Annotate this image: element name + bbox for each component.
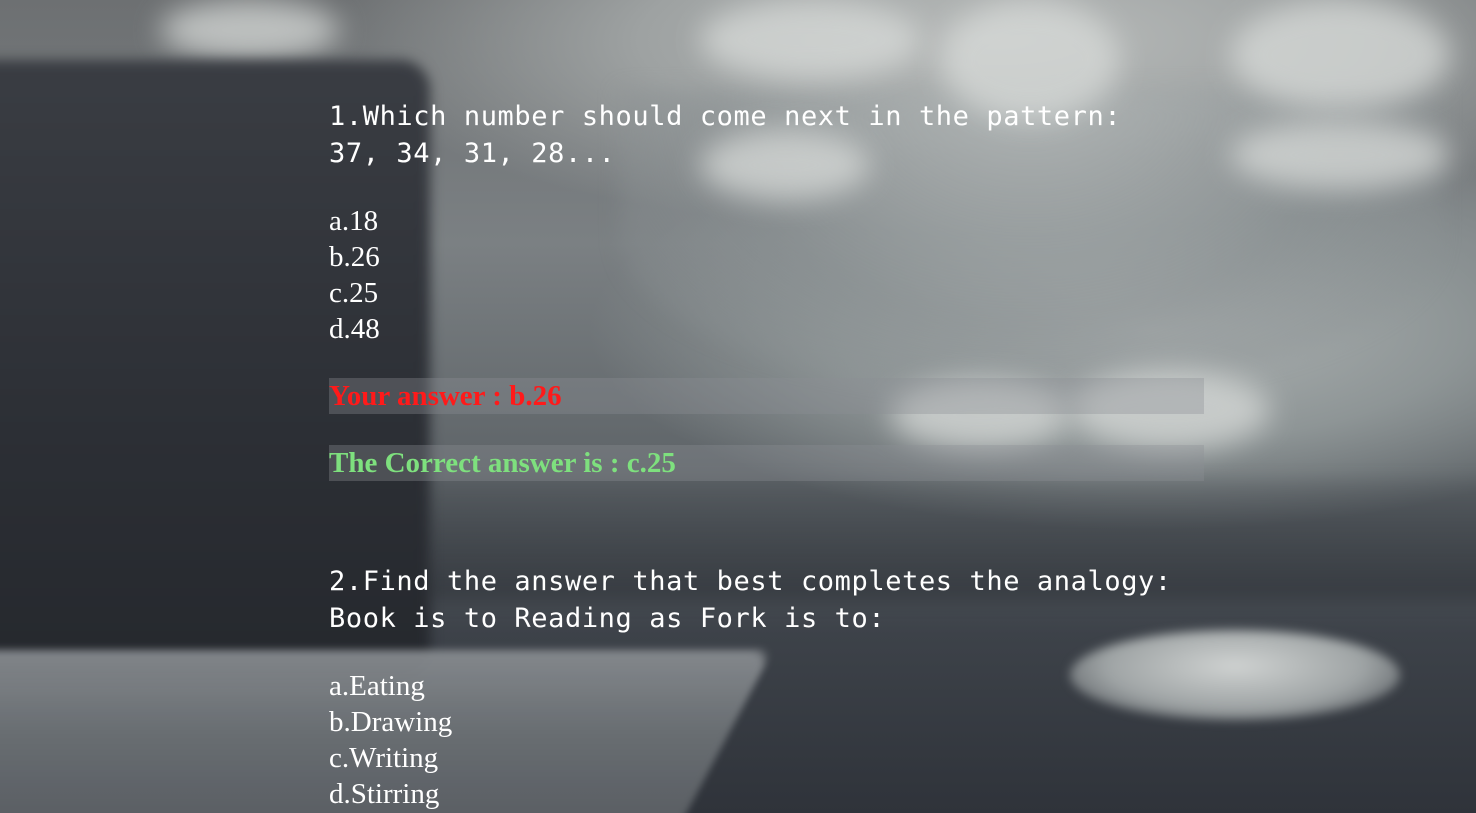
question-text: 1.Which number should come next in the p… xyxy=(329,98,1204,172)
correct-answer-text: The Correct answer is : c.25 xyxy=(329,447,676,479)
background-blur xyxy=(700,0,920,80)
options-list: a.18 b.26 c.25 d.48 xyxy=(329,203,1204,347)
option-item: a.18 xyxy=(329,205,379,237)
option-item: a.Eating xyxy=(329,670,425,702)
option-item: d.48 xyxy=(329,313,380,345)
background-blur xyxy=(1230,0,1450,110)
question-block: 1.Which number should come next in the p… xyxy=(329,98,1204,481)
question-block: 2.Find the answer that best completes th… xyxy=(329,563,1204,812)
your-answer-text: Your answer : b.26 xyxy=(329,380,562,412)
quiz-results: 1.Which number should come next in the p… xyxy=(329,98,1204,812)
question-line: 1.Which number should come next in the p… xyxy=(329,101,1122,132)
background-blur xyxy=(1230,120,1450,190)
option-item: b.26 xyxy=(329,241,380,273)
option-item: c.25 xyxy=(329,277,379,309)
background-blur xyxy=(160,0,340,60)
option-item: b.Drawing xyxy=(329,706,453,738)
question-line: 2.Find the answer that best completes th… xyxy=(329,566,1172,597)
question-line: 37, 34, 31, 28... xyxy=(329,138,616,169)
options-list: a.Eating b.Drawing c.Writing d.Stirring xyxy=(329,668,1204,812)
option-item: c.Writing xyxy=(329,742,439,774)
correct-answer-bar: The Correct answer is : c.25 xyxy=(329,445,1204,481)
option-item: d.Stirring xyxy=(329,778,440,810)
question-line: Book is to Reading as Fork is to: xyxy=(329,603,886,634)
question-text: 2.Find the answer that best completes th… xyxy=(329,563,1204,637)
your-answer-bar: Your answer : b.26 xyxy=(329,378,1204,414)
